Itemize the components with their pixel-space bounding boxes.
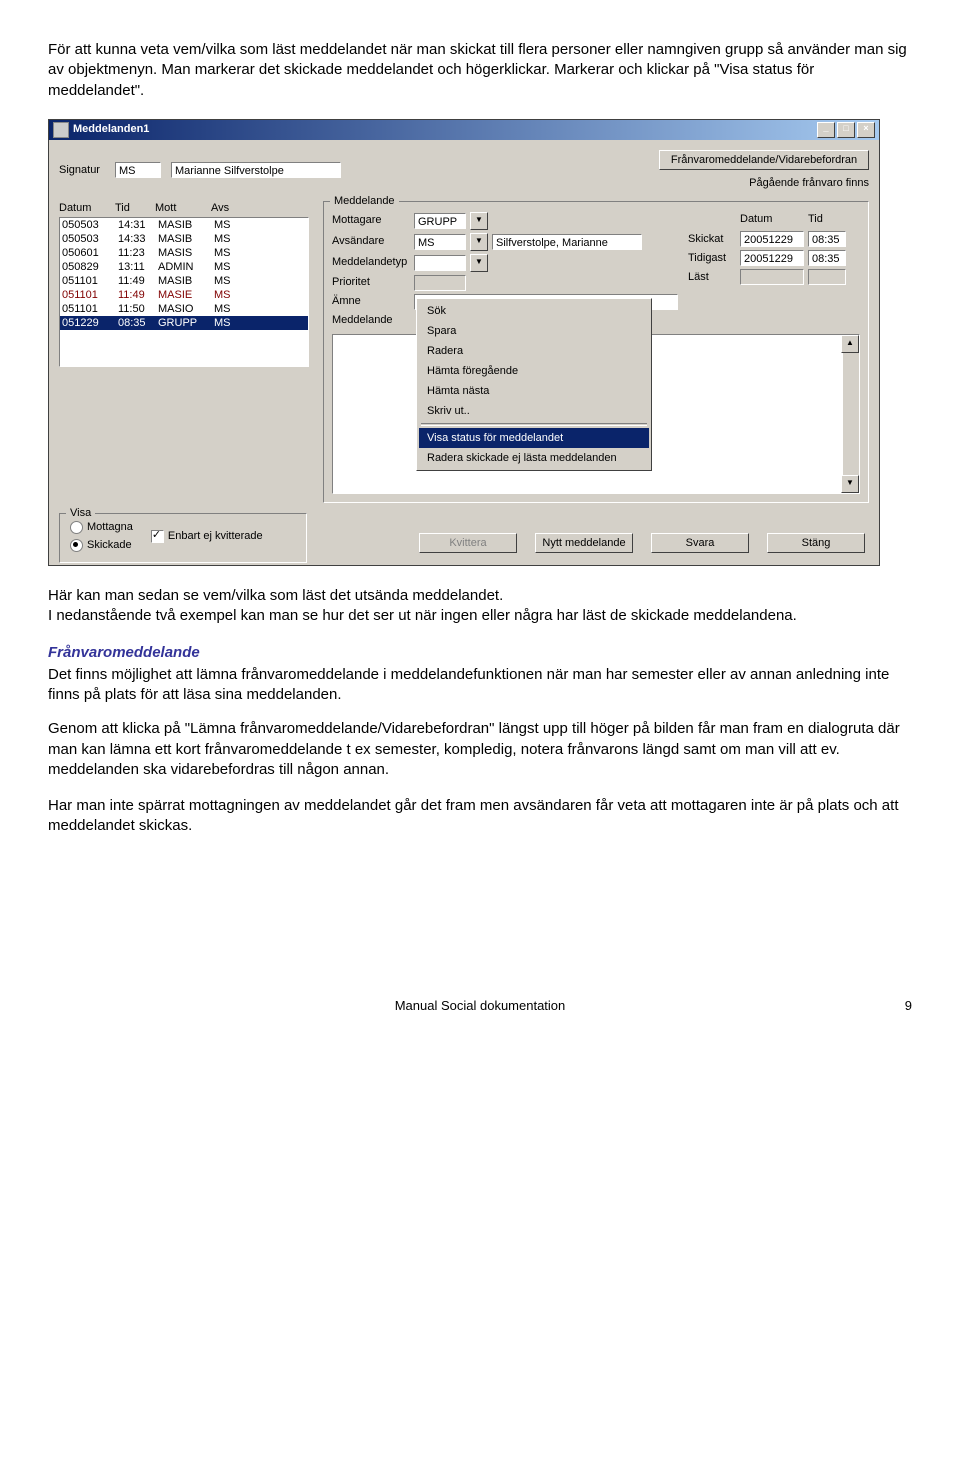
scroll-down-icon[interactable]: ▼	[841, 475, 859, 493]
tidigast-tid: 08:35	[808, 250, 846, 266]
franvaro-status: Pågående frånvaro finns	[749, 176, 869, 191]
kvittera-button[interactable]: Kvittera	[419, 533, 517, 553]
tidigast-label: Tidigast	[688, 251, 736, 266]
skickat-date: 20051229	[740, 231, 804, 247]
intro-paragraph: För att kunna veta vem/vilka som läst me…	[48, 40, 912, 101]
table-row[interactable]: 05110111:50MASIOMS	[60, 302, 308, 316]
skickat-label: Skickat	[688, 232, 736, 247]
body-p2: Genom att klicka på "Lämna frånvaromedde…	[48, 719, 912, 780]
context-menu-item[interactable]: Sök	[419, 301, 649, 321]
body-p3: Har man inte spärrat mottagningen av med…	[48, 796, 912, 837]
app-window: Meddelanden1 _ □ × Signatur MS Marianne …	[48, 119, 880, 566]
mottagare-label: Mottagare	[332, 213, 410, 228]
scrollbar-track[interactable]: ▲ ▼	[843, 335, 859, 493]
visa-legend: Visa	[66, 506, 95, 521]
message-list-header: Datum Tid Mott Avs	[59, 201, 317, 216]
minimize-button[interactable]: _	[817, 122, 835, 138]
avsandare-name: Silfverstolpe, Marianne	[492, 234, 642, 250]
maximize-button[interactable]: □	[837, 122, 855, 138]
nytt-meddelande-button[interactable]: Nytt meddelande	[535, 533, 633, 553]
meddelande-fieldset: Meddelande Mottagare GRUPP ▼ Avsändare M…	[323, 201, 869, 504]
table-row[interactable]: 05050314:33MASIBMS	[60, 232, 308, 246]
window-icon	[53, 122, 69, 138]
context-menu-item[interactable]: Hämta nästa	[419, 381, 649, 401]
radio-skickade-label: Skickade	[87, 538, 132, 553]
titlebar: Meddelanden1 _ □ ×	[49, 120, 879, 140]
tidigast-date: 20051229	[740, 250, 804, 266]
signatur-label: Signatur	[59, 163, 115, 178]
meddelande-legend: Meddelande	[330, 194, 399, 209]
context-menu-item[interactable]: Spara	[419, 321, 649, 341]
midtext-p2: I nedanstående två exempel kan man se hu…	[48, 607, 797, 624]
medtyp-label: Meddelandetyp	[332, 255, 410, 270]
mottagare-dropdown-icon[interactable]: ▼	[470, 212, 488, 230]
franvaro-button[interactable]: Frånvaromeddelande/Vidarebefordran	[659, 150, 869, 170]
context-menu-item-selected[interactable]: Visa status för meddelandet	[419, 428, 649, 448]
table-row[interactable]: 05050314:31MASIBMS	[60, 218, 308, 232]
prioritet-field	[414, 275, 466, 291]
prioritet-label: Prioritet	[332, 275, 410, 290]
table-row[interactable]: 05082913:11ADMINMS	[60, 260, 308, 274]
checkbox-enbart[interactable]	[151, 530, 164, 543]
checkbox-enbart-label: Enbart ej kvitterade	[168, 529, 263, 544]
context-menu-item[interactable]: Radera skickade ej lästa meddelanden	[419, 448, 649, 468]
message-list[interactable]: 05050314:31MASIBMS05050314:33MASIBMS0506…	[59, 217, 309, 367]
radio-mottagna[interactable]	[70, 521, 83, 534]
signatur-field[interactable]: MS	[115, 162, 161, 178]
col-tid: Tid	[115, 201, 155, 216]
medtyp-field[interactable]	[414, 255, 466, 271]
page-number: 9	[872, 997, 912, 1015]
radio-skickade[interactable]	[70, 539, 83, 552]
window-title: Meddelanden1	[73, 122, 149, 137]
footer-title: Manual Social dokumentation	[88, 997, 872, 1015]
avsandare-dropdown-icon[interactable]: ▼	[470, 233, 488, 251]
last-tid	[808, 269, 846, 285]
context-menu-item[interactable]: Radera	[419, 341, 649, 361]
context-menu-item[interactable]: Hämta föregående	[419, 361, 649, 381]
table-row[interactable]: 05060111:23MASISMS	[60, 246, 308, 260]
context-menu[interactable]: SökSparaRaderaHämta föregåendeHämta näst…	[416, 298, 652, 471]
subheading-franvaro: Frånvaromeddelande	[48, 643, 912, 663]
avsandare-label: Avsändare	[332, 234, 410, 249]
skickat-tid: 08:35	[808, 231, 846, 247]
mottagare-field[interactable]: GRUPP	[414, 213, 466, 229]
page-footer: Manual Social dokumentation 9	[48, 997, 912, 1015]
radio-mottagna-label: Mottagna	[87, 520, 133, 535]
last-label: Läst	[688, 270, 736, 285]
amne-label: Ämne	[332, 294, 410, 309]
body-p1: Det finns möjlighet att lämna frånvarome…	[48, 665, 912, 706]
medtyp-dropdown-icon[interactable]: ▼	[470, 254, 488, 272]
col-datum: Datum	[59, 201, 115, 216]
midtext-p1: Här kan man sedan se vem/vilka som läst …	[48, 587, 503, 604]
visa-fieldset: Visa Mottagna Skickade Enbart ej kvitter…	[59, 513, 307, 563]
col-mott: Mott	[155, 201, 211, 216]
context-menu-item[interactable]: Skriv ut..	[419, 401, 649, 421]
scroll-up-icon[interactable]: ▲	[841, 335, 859, 353]
last-date	[740, 269, 804, 285]
table-row[interactable]: 05110111:49MASIBMS	[60, 274, 308, 288]
avsandare-field[interactable]: MS	[414, 234, 466, 250]
svara-button[interactable]: Svara	[651, 533, 749, 553]
body-label: Meddelande	[332, 313, 410, 328]
table-row[interactable]: 05122908:35GRUPPMS	[60, 316, 308, 330]
right-tid-label: Tid	[808, 212, 846, 227]
right-datum-label: Datum	[740, 212, 804, 227]
context-menu-separator	[421, 423, 647, 426]
close-button[interactable]: ×	[857, 122, 875, 138]
stang-button[interactable]: Stäng	[767, 533, 865, 553]
col-avs: Avs	[211, 201, 251, 216]
table-row[interactable]: 05110111:49MASIEMS	[60, 288, 308, 302]
signatur-name-field: Marianne Silfverstolpe	[171, 162, 341, 178]
